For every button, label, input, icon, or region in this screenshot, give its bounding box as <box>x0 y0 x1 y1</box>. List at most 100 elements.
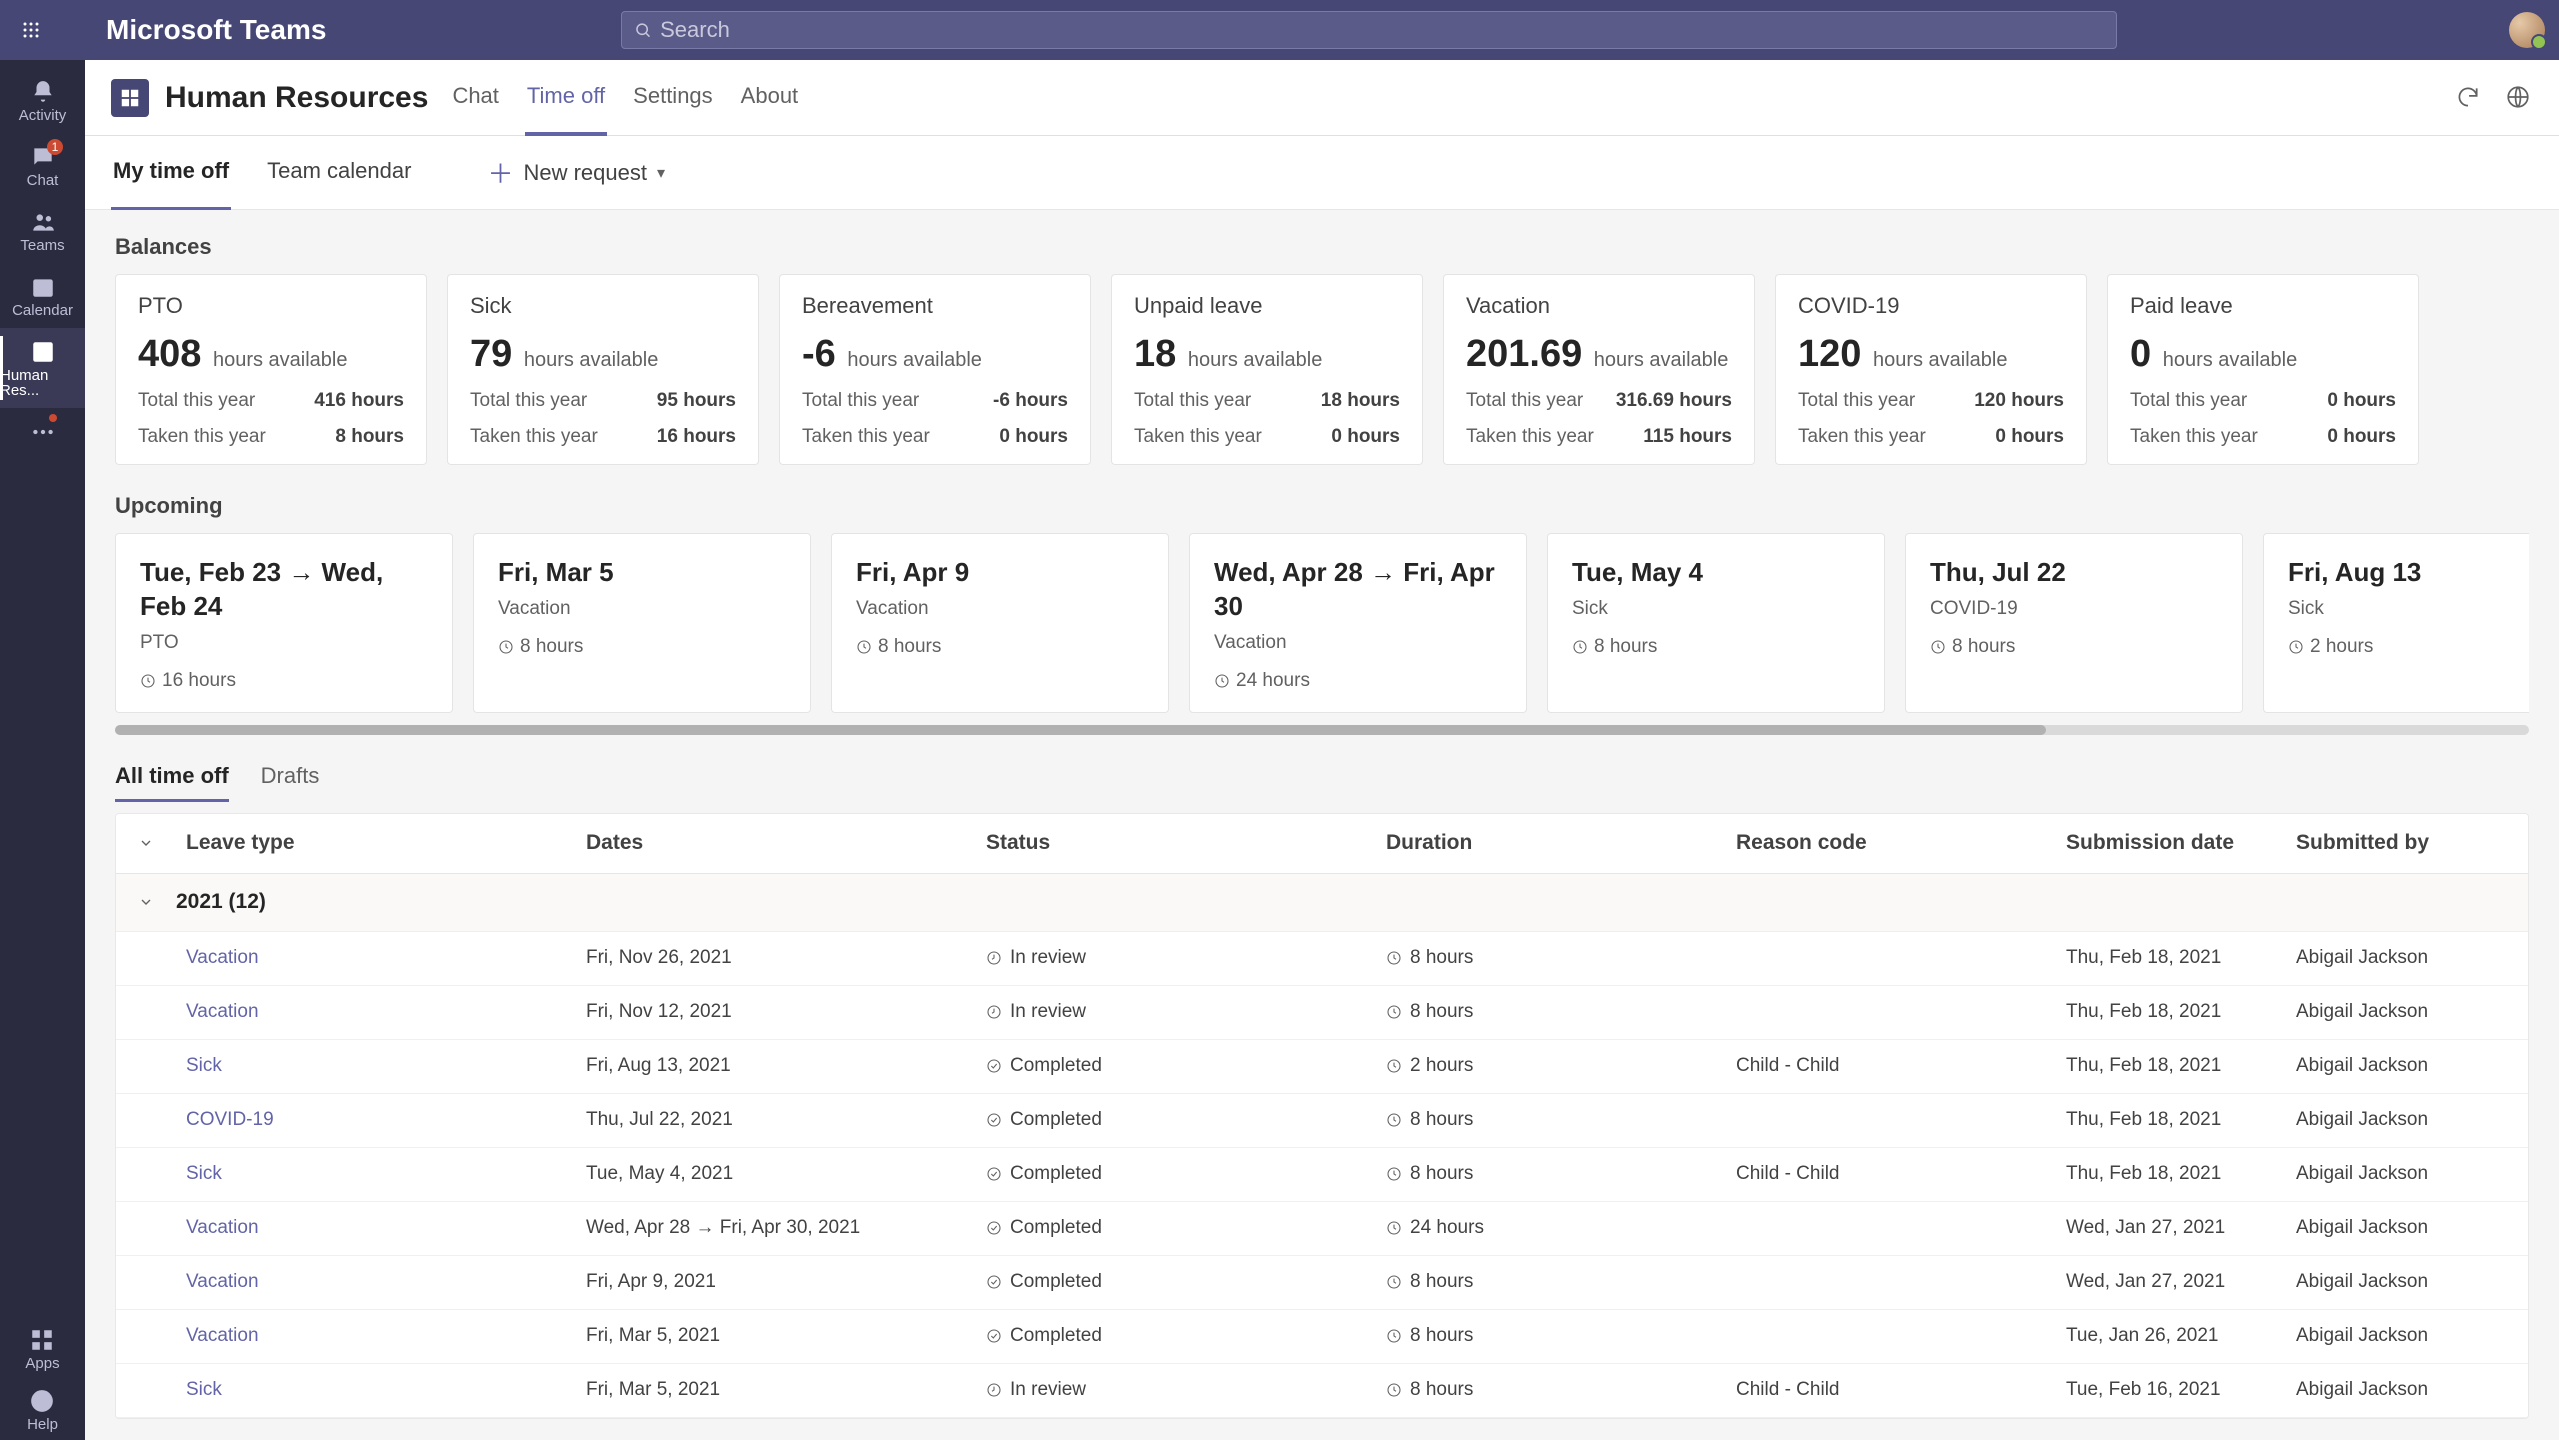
rail-chat[interactable]: 1 Chat <box>0 133 85 198</box>
upcoming-type: Sick <box>1572 598 1860 620</box>
leave-type-link[interactable]: Sick <box>186 1163 222 1184</box>
leave-type-link[interactable]: Vacation <box>186 1271 259 1292</box>
leave-type-link[interactable]: Vacation <box>186 1217 259 1238</box>
balance-card[interactable]: COVID-19 120 hours available Total this … <box>1775 274 2087 465</box>
table-group-row[interactable]: 2021 (12) <box>116 874 2528 932</box>
new-request-button[interactable]: ＋ New request ▾ <box>487 154 665 191</box>
balance-card[interactable]: Unpaid leave 18 hours available Total th… <box>1111 274 1423 465</box>
upcoming-card[interactable]: Thu, Jul 22 COVID-19 8 hours <box>1905 533 2243 713</box>
tab-about[interactable]: About <box>739 60 801 136</box>
upcoming-hours: 24 hours <box>1236 670 1310 692</box>
app-launcher-icon[interactable] <box>14 13 48 47</box>
upcoming-type: Sick <box>2288 598 2529 620</box>
tab-chat[interactable]: Chat <box>450 60 500 136</box>
search-input[interactable] <box>660 17 2104 43</box>
total-value: 18 hours <box>1321 390 1400 412</box>
row-reason: Child - Child <box>1726 1163 2056 1185</box>
scrollbar-thumb[interactable] <box>115 725 2046 735</box>
hours-available-label: hours available <box>2157 349 2297 371</box>
upcoming-card[interactable]: Fri, Apr 9 Vacation 8 hours <box>831 533 1169 713</box>
table-row[interactable]: Vacation Fri, Nov 26, 2021 In review 8 h… <box>116 932 2528 986</box>
col-submission[interactable]: Submission date <box>2056 831 2286 855</box>
completed-icon <box>986 1220 1002 1236</box>
leave-type-link[interactable]: COVID-19 <box>186 1109 274 1130</box>
taken-value: 16 hours <box>657 426 736 448</box>
col-leave-type[interactable]: Leave type <box>176 831 576 855</box>
table-row[interactable]: Sick Tue, May 4, 2021 Completed 8 hours … <box>116 1148 2528 1202</box>
col-dates[interactable]: Dates <box>576 831 976 855</box>
clock-icon <box>1386 1382 1402 1398</box>
col-status[interactable]: Status <box>976 831 1376 855</box>
row-status: Completed <box>1010 1217 1102 1239</box>
total-label: Total this year <box>138 390 255 412</box>
table-row[interactable]: Vacation Fri, Apr 9, 2021 Completed 8 ho… <box>116 1256 2528 1310</box>
balance-amount: 0 <box>2130 333 2151 376</box>
help-icon <box>28 1387 56 1415</box>
balance-card[interactable]: Sick 79 hours available Total this year9… <box>447 274 759 465</box>
pivot-all-time-off[interactable]: All time off <box>115 763 229 802</box>
total-label: Total this year <box>802 390 919 412</box>
total-label: Total this year <box>2130 390 2247 412</box>
table-row[interactable]: COVID-19 Thu, Jul 22, 2021 Completed 8 h… <box>116 1094 2528 1148</box>
hr-app-icon <box>29 338 57 366</box>
rail-help[interactable]: Help <box>25 1379 59 1440</box>
leave-type-link[interactable]: Vacation <box>186 1001 259 1022</box>
upcoming-date: Fri, Mar 5 <box>498 556 786 590</box>
col-reason[interactable]: Reason code <box>1726 831 2056 855</box>
row-submission: Thu, Feb 18, 2021 <box>2056 947 2286 969</box>
horizontal-scrollbar[interactable] <box>115 725 2529 735</box>
upcoming-card[interactable]: Fri, Aug 13 Sick 2 hours <box>2263 533 2529 713</box>
taken-label: Taken this year <box>470 426 598 448</box>
tab-settings[interactable]: Settings <box>631 60 715 136</box>
rail-activity[interactable]: Activity <box>0 68 85 133</box>
upcoming-card[interactable]: Tue, Feb 23 → Wed, Feb 24 PTO 16 hours <box>115 533 453 713</box>
in-review-icon <box>986 1004 1002 1020</box>
upcoming-date: Fri, Aug 13 <box>2288 556 2529 590</box>
row-status: Completed <box>1010 1055 1102 1077</box>
rail-apps[interactable]: Apps <box>25 1318 59 1379</box>
rail-teams[interactable]: Teams <box>0 198 85 263</box>
balance-card[interactable]: Paid leave 0 hours available Total this … <box>2107 274 2419 465</box>
balance-card[interactable]: Bereavement -6 hours available Total thi… <box>779 274 1091 465</box>
balance-card[interactable]: Vacation 201.69 hours available Total th… <box>1443 274 1755 465</box>
pivot-drafts[interactable]: Drafts <box>261 763 320 802</box>
globe-icon[interactable] <box>2505 84 2533 112</box>
balance-type: Bereavement <box>802 293 1068 319</box>
upcoming-card[interactable]: Tue, May 4 Sick 8 hours <box>1547 533 1885 713</box>
upcoming-card[interactable]: Fri, Mar 5 Vacation 8 hours <box>473 533 811 713</box>
leave-type-link[interactable]: Vacation <box>186 947 259 968</box>
row-duration: 8 hours <box>1410 1379 1473 1401</box>
tool-tab-team-calendar[interactable]: Team calendar <box>265 136 413 210</box>
balance-card[interactable]: PTO 408 hours available Total this year4… <box>115 274 427 465</box>
taken-value: 8 hours <box>335 426 404 448</box>
tool-tab-my-time-off[interactable]: My time off <box>111 136 231 210</box>
rail-calendar[interactable]: Calendar <box>0 263 85 328</box>
table-row[interactable]: Sick Fri, Mar 5, 2021 In review 8 hours … <box>116 1364 2528 1418</box>
more-badge-dot <box>49 414 57 422</box>
balance-amount: 120 <box>1798 333 1861 376</box>
row-submission: Thu, Feb 18, 2021 <box>2056 1163 2286 1185</box>
collapse-all-icon[interactable] <box>116 835 176 851</box>
table-row[interactable]: Vacation Fri, Mar 5, 2021 Completed 8 ho… <box>116 1310 2528 1364</box>
tab-time-off[interactable]: Time off <box>525 60 607 136</box>
rail-human-resources[interactable]: Human Res... <box>0 328 85 408</box>
table-row[interactable]: Vacation Wed, Apr 28 → Fri, Apr 30, 2021… <box>116 1202 2528 1256</box>
table-row[interactable]: Sick Fri, Aug 13, 2021 Completed 2 hours… <box>116 1040 2528 1094</box>
refresh-icon[interactable] <box>2455 84 2483 112</box>
upcoming-type: Vacation <box>1214 632 1502 654</box>
row-duration: 8 hours <box>1410 1163 1473 1185</box>
user-avatar[interactable] <box>2509 12 2545 48</box>
upcoming-card[interactable]: Wed, Apr 28 → Fri, Apr 30 Vacation 24 ho… <box>1189 533 1527 713</box>
table-row[interactable]: Vacation Fri, Nov 12, 2021 In review 8 h… <box>116 986 2528 1040</box>
rail-more[interactable] <box>0 408 85 458</box>
taken-label: Taken this year <box>802 426 930 448</box>
search-box[interactable] <box>621 11 2117 49</box>
leave-type-link[interactable]: Sick <box>186 1379 222 1400</box>
leave-type-link[interactable]: Vacation <box>186 1325 259 1346</box>
col-duration[interactable]: Duration <box>1376 831 1726 855</box>
leave-type-link[interactable]: Sick <box>186 1055 222 1076</box>
upcoming-cards: Tue, Feb 23 → Wed, Feb 24 PTO 16 hours F… <box>115 533 2529 721</box>
row-duration: 8 hours <box>1410 947 1473 969</box>
col-submitted-by[interactable]: Submitted by <box>2286 831 2528 855</box>
row-duration: 24 hours <box>1410 1217 1484 1239</box>
